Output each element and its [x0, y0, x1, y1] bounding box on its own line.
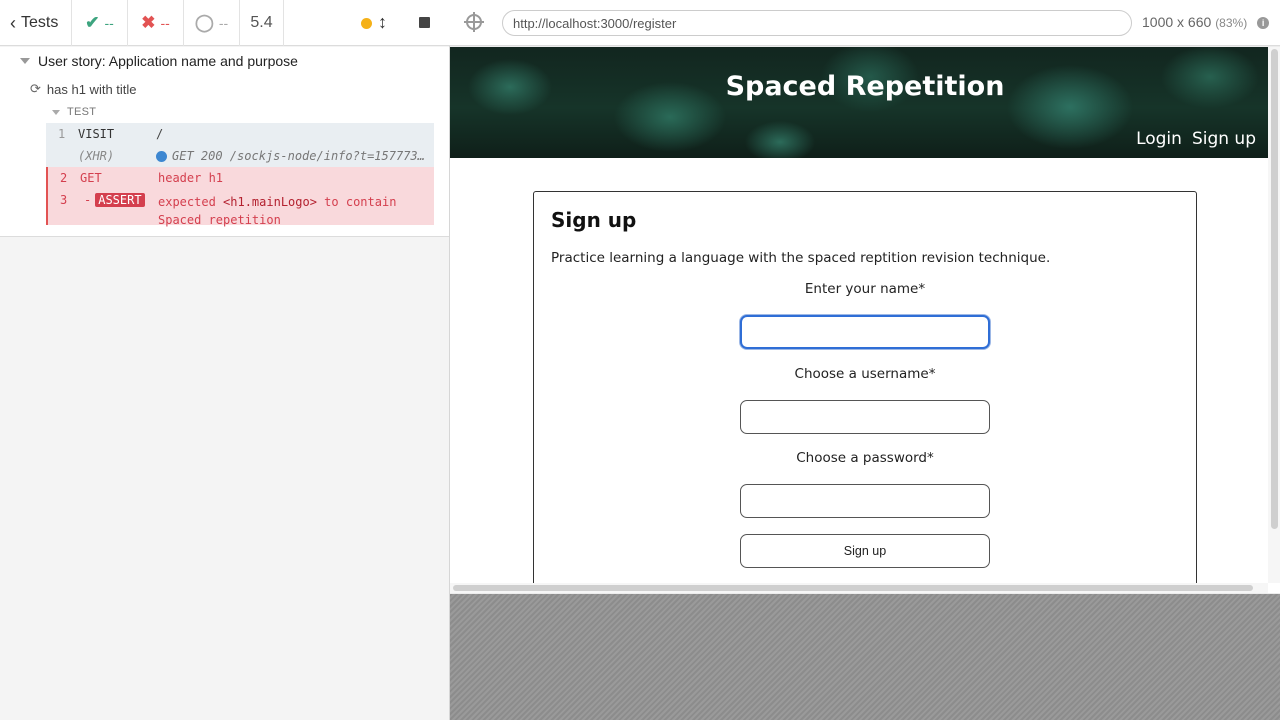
assert-msg-pre: expected [158, 195, 224, 209]
assert-badge: ASSERT [95, 193, 145, 207]
command-name: VISIT [78, 127, 115, 141]
signup-submit-button[interactable]: Sign up [740, 534, 990, 568]
info-icon[interactable]: i [1257, 17, 1270, 29]
command-name: GET [80, 171, 102, 185]
assert-msg-line2: Spaced repetition [158, 213, 281, 227]
hook-row[interactable]: TEST [52, 104, 96, 120]
back-to-tests-button[interactable]: ‹ Tests [0, 0, 72, 46]
command-number: 2 [60, 171, 68, 185]
runner-stats-bar: ‹ Tests ✔ -- ✖ -- ◯ -- 5.4 ↕ [0, 0, 450, 46]
command-log: User story: Application name and purpose… [0, 47, 449, 237]
password-input[interactable] [740, 484, 990, 518]
stop-icon[interactable] [419, 17, 430, 28]
form-description: Practice learning a language with the sp… [551, 250, 1051, 266]
collapse-triangle-icon [20, 58, 30, 64]
name-label: Enter your name* [804, 281, 926, 297]
horizontal-scrollbar[interactable] [450, 583, 1268, 593]
command-dash: - [84, 193, 92, 207]
test-title: has h1 with title [46, 81, 137, 97]
vertical-scroll-thumb[interactable] [1271, 49, 1278, 529]
command-message: / [156, 127, 164, 141]
refresh-icon: ⟳ [30, 81, 41, 96]
command-number: 3 [60, 193, 68, 207]
command-name: (XHR) [78, 149, 115, 163]
auto-scroll-toggle-icon[interactable]: ↕ [378, 12, 387, 33]
assert-msg-element: <h1.mainLogo> [223, 195, 317, 209]
pending-value: -- [218, 15, 229, 31]
command-message: expected <h1.mainLogo> to contain Spaced… [158, 193, 428, 229]
vertical-scrollbar[interactable] [1268, 47, 1280, 583]
signup-link[interactable]: Sign up [1192, 129, 1256, 149]
test-title-row[interactable]: ⟳ has h1 with title [30, 79, 137, 99]
viewport-info: 1000 x 660 (83%) i [1142, 14, 1270, 30]
horizontal-scroll-thumb[interactable] [453, 585, 1253, 591]
viewport-scale: (83%) [1215, 16, 1248, 30]
login-link[interactable]: Login [1136, 129, 1182, 149]
run-duration: 5.4 [240, 0, 284, 46]
passed-value: -- [104, 15, 114, 31]
url-bar[interactable]: http://localhost:3000/register [502, 10, 1132, 36]
viewport-size: 1000 x 660 [1142, 14, 1212, 30]
hook-label: TEST [67, 106, 97, 118]
back-to-tests-label: Tests [21, 14, 59, 31]
pending-circle-icon: ◯ [194, 13, 214, 32]
aut-iframe: Spaced Repetition Login Sign up Sign up … [450, 47, 1280, 593]
name-input[interactable] [740, 315, 990, 349]
test-runner-panel: ‹ Tests ✔ -- ✖ -- ◯ -- 5.4 ↕ User story:… [0, 0, 450, 720]
command-message: GET 200 /sockjs-node/info?t=157773… [156, 149, 426, 163]
failed-count: ✖ -- [128, 0, 184, 46]
xhr-message: GET 200 /sockjs-node/info?t=157773… [172, 149, 425, 163]
chevron-left-icon: ‹ [10, 12, 16, 33]
app-nav: Login Sign up [1136, 129, 1256, 149]
command-message: header h1 [158, 171, 224, 185]
signup-form-card: Sign up Practice learning a language wit… [533, 191, 1197, 593]
check-icon: ✔ [85, 13, 100, 32]
passed-count: ✔ -- [72, 0, 128, 46]
command-number: 1 [58, 127, 66, 141]
suite-title-row[interactable]: User story: Application name and purpose [20, 51, 298, 71]
form-heading: Sign up [551, 208, 637, 232]
username-input[interactable] [740, 400, 990, 434]
collapse-triangle-icon [52, 109, 60, 115]
running-indicator-icon [361, 18, 372, 29]
runner-controls: ↕ [350, 0, 450, 46]
command-row[interactable]: 1 VISIT / [46, 123, 434, 145]
command-row-failed[interactable]: 3 - ASSERT expected <h1.mainLogo> to con… [46, 189, 434, 227]
pending-count: ◯ -- [184, 0, 240, 46]
xhr-status-dot-icon [156, 150, 167, 162]
failed-value: -- [160, 15, 170, 31]
selector-playground-icon[interactable] [464, 12, 484, 32]
app-title: Spaced Repetition [725, 71, 1005, 102]
command-name: - ASSERT [84, 193, 145, 207]
viewport-empty-area [450, 594, 1280, 720]
assert-msg-post: to contain [316, 195, 397, 209]
aut-header: http://localhost:3000/register 1000 x 66… [450, 0, 1280, 46]
command-row[interactable]: (XHR) GET 200 /sockjs-node/info?t=157773… [46, 145, 434, 167]
x-icon: ✖ [141, 13, 156, 32]
command-row-failed[interactable]: 2 GET header h1 [46, 167, 434, 189]
username-label: Choose a username* [794, 366, 936, 382]
password-label: Choose a password* [796, 450, 934, 466]
suite-title: User story: Application name and purpose [38, 53, 298, 69]
